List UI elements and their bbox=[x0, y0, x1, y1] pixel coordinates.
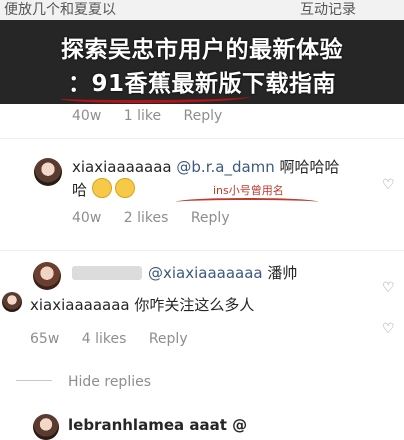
avatar[interactable] bbox=[33, 414, 59, 440]
hide-replies-line bbox=[16, 380, 52, 381]
reply-button[interactable]: Reply bbox=[184, 108, 223, 124]
mention-link[interactable]: @b.r.a_damn bbox=[176, 158, 274, 176]
reply-button[interactable]: Reply bbox=[149, 331, 188, 347]
comment-meta-row: 65w 4 likes Reply bbox=[30, 331, 206, 347]
comment-text: 啊哈哈哈 bbox=[274, 158, 340, 176]
comment-text-line-2: 哈 bbox=[72, 181, 88, 199]
redacted-username bbox=[72, 266, 142, 280]
title-banner: 便放几个和夏夏以 互动记录 探索吴忠市用户的最新体验 ：91香蕉最新版下载指南 bbox=[0, 0, 404, 104]
partial-comment-behind-banner: 便放几个和夏夏以 互动记录 bbox=[0, 0, 404, 20]
red-annotation-line bbox=[176, 198, 318, 206]
comment-text: 潘帅 bbox=[262, 264, 298, 282]
heart-icon[interactable]: ♡ bbox=[382, 281, 396, 295]
divider bbox=[0, 138, 404, 139]
comment-age: 65w bbox=[30, 331, 60, 347]
like-count[interactable]: 2 likes bbox=[124, 210, 169, 226]
divider bbox=[0, 250, 404, 251]
like-count[interactable]: 4 likes bbox=[82, 331, 127, 347]
comment-age: 40w bbox=[72, 210, 102, 226]
avatar[interactable] bbox=[33, 262, 61, 290]
comment-body: @xiaxiaaaaaaa 潘帅 bbox=[148, 262, 297, 284]
partial-comment-text-right: 互动记录 bbox=[300, 2, 356, 18]
hide-replies-button[interactable]: Hide replies bbox=[68, 374, 151, 390]
comment-username[interactable]: xiaxiaaaaaaa bbox=[72, 158, 172, 176]
heart-icon[interactable]: ♡ bbox=[382, 322, 396, 336]
avatar[interactable] bbox=[2, 292, 22, 312]
comment-meta-row: 40w 2 likes Reply bbox=[72, 210, 248, 226]
handwritten-annotation: ins小号曾用名 bbox=[213, 184, 284, 197]
comment-body: xiaxiaaaaaaa 你咋关注这么多人 bbox=[30, 294, 370, 316]
smile-emoji-icon bbox=[91, 178, 112, 198]
banner-title-line-1: 探索吴忠市用户的最新体验 bbox=[61, 37, 343, 63]
comment-text: 你咋关注这么多人 bbox=[129, 296, 255, 314]
smile-emoji-icon bbox=[114, 178, 135, 198]
heart-icon[interactable]: ♡ bbox=[382, 178, 396, 192]
avatar[interactable] bbox=[34, 158, 62, 186]
partial-comment-text: 便放几个和夏夏以 bbox=[4, 2, 116, 18]
comment-username-partial[interactable]: lebranhlamea aaat @ bbox=[68, 414, 247, 436]
reply-button[interactable]: Reply bbox=[191, 210, 230, 226]
like-count[interactable]: 1 like bbox=[124, 108, 161, 124]
comment-username[interactable]: xiaxiaaaaaaa bbox=[30, 296, 130, 314]
comment-meta-row: 40w 1 like Reply bbox=[72, 108, 240, 124]
mention-link[interactable]: @xiaxiaaaaaaa bbox=[148, 264, 263, 282]
comment-age: 40w bbox=[72, 108, 102, 124]
red-underline-mark bbox=[60, 92, 250, 103]
